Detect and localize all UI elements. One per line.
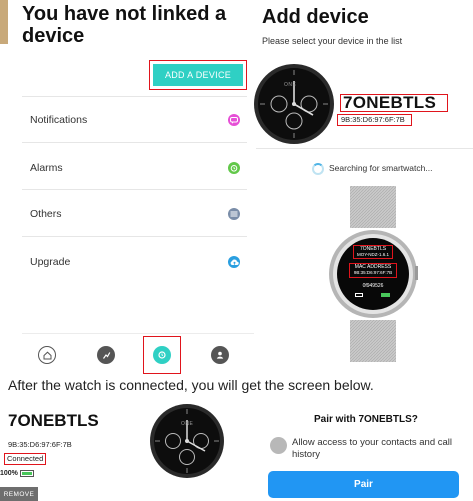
allow-contacts-label[interactable]: Allow access to your contacts and call h… bbox=[292, 437, 462, 461]
tab-bar-divider bbox=[22, 333, 254, 334]
battery-icon bbox=[20, 470, 34, 477]
divider bbox=[22, 96, 247, 97]
add-device-title: Add device bbox=[262, 6, 369, 28]
page-title: You have not linked a device bbox=[22, 3, 227, 47]
watch-face-image[interactable] bbox=[253, 63, 335, 145]
allow-contacts-checkbox[interactable] bbox=[270, 437, 287, 454]
divider bbox=[22, 189, 247, 190]
decorative-strip bbox=[0, 0, 8, 44]
cloud-upload-icon[interactable] bbox=[228, 256, 240, 268]
menu-item-upgrade-label[interactable]: Upgrade bbox=[30, 256, 70, 268]
more-icon[interactable] bbox=[228, 208, 240, 220]
highlight-frame bbox=[149, 60, 247, 90]
highlight-frame bbox=[143, 336, 181, 374]
link-icon bbox=[355, 293, 363, 297]
divider bbox=[22, 142, 247, 143]
pair-button[interactable]: Pair bbox=[268, 471, 459, 498]
menu-item-notifications-label[interactable]: Notifications bbox=[30, 114, 87, 126]
instruction-caption: After the watch is connected, you will g… bbox=[8, 377, 374, 393]
highlight-frame bbox=[340, 94, 448, 112]
alarm-clock-icon[interactable] bbox=[228, 162, 240, 174]
connected-watch-face-image bbox=[150, 404, 224, 478]
battery-icon bbox=[381, 293, 390, 297]
pair-dialog-title: Pair with 7ONEBTLS? bbox=[314, 414, 418, 425]
connected-device-name: 7ONEBTLS bbox=[8, 411, 99, 430]
profile-icon[interactable] bbox=[211, 346, 229, 364]
home-icon[interactable] bbox=[38, 346, 56, 364]
chat-bubble-icon[interactable] bbox=[228, 114, 240, 126]
divider bbox=[22, 236, 247, 237]
loading-spinner-icon bbox=[312, 163, 324, 175]
divider bbox=[256, 148, 473, 149]
menu-item-others-label[interactable]: Others bbox=[30, 208, 62, 220]
remove-device-button[interactable]: REMOVE bbox=[0, 487, 38, 501]
highlight-frame bbox=[4, 453, 46, 465]
watch-screen-code: 0f949526 bbox=[362, 283, 384, 289]
menu-item-alarms-label[interactable]: Alarms bbox=[30, 162, 63, 174]
add-device-subtitle: Please select your device in the list bbox=[262, 36, 403, 46]
watch-screen-mac: 9B:35:D6:97:6F:7B bbox=[353, 270, 393, 275]
connected-device-mac: 9B:35:D6:97:6F:7B bbox=[8, 440, 72, 449]
watch-screen-model-sub: MOY-NDZ-1.6.1 bbox=[356, 252, 390, 257]
battery-percentage: 100% bbox=[0, 470, 18, 477]
activity-icon[interactable] bbox=[97, 346, 115, 364]
searching-status: Searching for smartwatch... bbox=[329, 163, 433, 173]
highlight-frame bbox=[337, 114, 412, 126]
battery-level-fill bbox=[22, 472, 32, 475]
watch-brand-label: ONE bbox=[181, 421, 194, 427]
watch-brand-label: ONE bbox=[284, 82, 297, 88]
